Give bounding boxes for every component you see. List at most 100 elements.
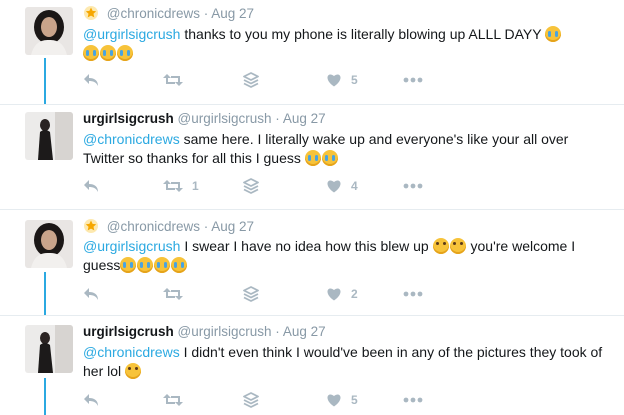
stack-button[interactable] [243,284,259,304]
separator-dot: · [275,324,280,339]
more-button[interactable] [403,390,423,410]
tweet-4[interactable]: urgirlsigcrush @urgirlsigcrush · Aug 27 … [0,323,624,415]
reply-button[interactable] [83,176,99,196]
divider [0,209,624,210]
reply-button[interactable] [83,284,99,304]
retweet-count: 1 [192,179,199,193]
more-icon [403,397,423,403]
loudly-crying-face-emoji [304,150,321,166]
divider [0,104,624,105]
tweet-3[interactable]: @chronicdrews · Aug 27 @urgirlsigcrush I… [0,218,624,314]
loudly-crying-face-emoji [171,257,188,273]
tweet-1[interactable]: @chronicdrews · Aug 27 @urgirlsigcrush t… [0,5,624,103]
avatar-chronicdrews[interactable] [25,220,73,268]
face-with-tears-of-joy-emoji [449,238,466,254]
retweet-button[interactable] [163,284,192,304]
tweet-actions: 5 [83,70,443,90]
loudly-crying-face-emoji [120,257,137,273]
reply-icon [84,288,98,300]
stack-icon [243,72,259,88]
separator-dot: · [203,219,209,234]
heart-icon [327,288,341,301]
like-count: 5 [351,73,358,87]
user-handle[interactable]: @chronicdrews [107,6,200,21]
display-name[interactable]: urgirlsigcrush [83,111,174,126]
like-count: 2 [351,287,358,301]
face-with-tears-of-joy-emoji [432,238,449,254]
reply-icon [84,74,98,86]
retweet-button[interactable]: 1 [163,176,199,196]
retweet-icon [163,74,183,86]
divider [0,315,624,316]
loudly-crying-face-emoji [545,26,562,42]
user-handle[interactable]: @chronicdrews [107,219,200,234]
more-icon [403,77,423,83]
loudly-crying-face-emoji [321,150,338,166]
like-button[interactable]: 4 [326,176,358,196]
tweet-text: @chronicdrews same here. I literally wak… [83,130,603,168]
reply-button[interactable] [83,70,99,90]
tweet-actions: 1 4 [83,176,443,196]
more-button[interactable] [403,284,423,304]
stack-icon [243,178,259,194]
retweet-icon [163,180,183,192]
mention-link[interactable]: @urgirlsigcrush [83,238,180,254]
retweet-icon [163,288,183,300]
separator-dot: · [203,6,209,21]
tweet-header: urgirlsigcrush @urgirlsigcrush · Aug 27 [83,323,326,341]
star-icon [83,5,99,26]
tweet-header: @chronicdrews · Aug 27 [83,218,254,239]
like-count: 4 [351,179,358,193]
mention-link[interactable]: @urgirlsigcrush [83,26,180,42]
tweet-date[interactable]: Aug 27 [283,111,326,126]
tweet-text-content: I swear I have no idea how this blew up [180,238,433,254]
tweet-date[interactable]: Aug 27 [211,219,254,234]
avatar-urgirlsigcrush[interactable] [25,325,73,373]
more-button[interactable] [403,70,423,90]
loudly-crying-face-emoji [154,257,171,273]
loudly-crying-face-emoji [83,45,99,61]
reply-button[interactable] [83,390,99,410]
stack-button[interactable] [243,176,259,196]
heart-icon [327,180,341,193]
more-icon [403,183,423,189]
tweet-header: urgirlsigcrush @urgirlsigcrush · Aug 27 [83,110,326,128]
loudly-crying-face-emoji [137,257,154,273]
tweet-2[interactable]: urgirlsigcrush @urgirlsigcrush · Aug 27 … [0,110,624,208]
retweet-button[interactable] [163,70,192,90]
heart-icon [327,394,341,407]
tweet-date[interactable]: Aug 27 [211,6,254,21]
avatar-urgirlsigcrush[interactable] [25,112,73,160]
tweet-text: @urgirlsigcrush thanks to you my phone i… [83,25,603,63]
like-button[interactable]: 5 [326,390,358,410]
loudly-crying-face-emoji [100,45,116,61]
tweet-date[interactable]: Aug 27 [283,324,326,339]
user-handle[interactable]: @urgirlsigcrush [178,324,272,339]
stack-icon [243,286,259,302]
display-name[interactable]: urgirlsigcrush [83,324,174,339]
avatar-chronicdrews[interactable] [25,7,73,55]
retweet-button[interactable] [163,390,192,410]
tweet-text: @urgirlsigcrush I swear I have no idea h… [83,237,603,275]
stack-button[interactable] [243,70,259,90]
more-icon [403,291,423,297]
stack-icon [243,392,259,408]
tweet-actions: 2 [83,284,443,304]
separator-dot: · [275,111,280,126]
tweet-text-content: thanks to you my phone is literally blow… [180,26,546,42]
like-button[interactable]: 5 [326,70,358,90]
face-with-tears-of-joy-emoji [125,363,142,379]
tweet-text: @chronicdrews I didn't even think I woul… [83,343,603,381]
like-button[interactable]: 2 [326,284,358,304]
stack-button[interactable] [243,390,259,410]
mention-link[interactable]: @chronicdrews [83,131,180,147]
mention-link[interactable]: @chronicdrews [83,344,180,360]
heart-icon [327,74,341,87]
user-handle[interactable]: @urgirlsigcrush [178,111,272,126]
like-count: 5 [351,393,358,407]
loudly-crying-face-emoji [117,45,133,61]
tweet-header: @chronicdrews · Aug 27 [83,5,254,26]
reply-icon [84,180,98,192]
reply-icon [84,394,98,406]
more-button[interactable] [403,176,423,196]
